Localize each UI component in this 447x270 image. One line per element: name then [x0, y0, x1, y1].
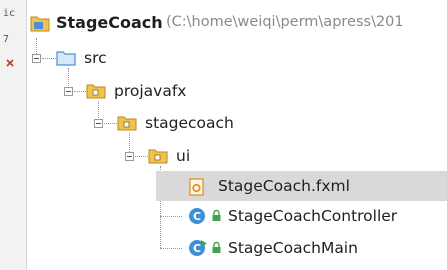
collapse-src-icon[interactable]	[32, 54, 41, 63]
tree-node-label: src	[84, 49, 107, 67]
fxml-file-icon	[189, 178, 204, 196]
collapse-projavafx-icon[interactable]	[64, 87, 73, 96]
collapse-stagecoach-icon[interactable]	[94, 119, 103, 128]
tree-node-src[interactable]: src	[56, 44, 447, 74]
package-folder-icon	[148, 149, 168, 164]
tree-node-stagecoach-project[interactable]: StageCoach (C:\home\weiqi\perm\apress\20…	[26, 9, 447, 39]
project-tree: StageCoach (C:\home\weiqi\perm\apress\20…	[0, 0, 447, 270]
tree-node-projavafx[interactable]: projavafx	[86, 76, 447, 106]
project-path: (C:\home\weiqi\perm\apress\201	[166, 14, 404, 30]
tree-connector	[74, 91, 86, 92]
tree-node-label: stagecoach	[145, 114, 234, 132]
class-icon: C	[189, 208, 205, 224]
collapse-ui-icon[interactable]	[125, 152, 134, 161]
svg-text:C: C	[193, 210, 201, 223]
tree-node-label: StageCoachController	[228, 207, 398, 225]
tree-node-stagecoachmain[interactable]: C StageCoachMain	[156, 233, 447, 263]
tree-node-label: ui	[176, 147, 191, 165]
tree-node-stagecoach-package[interactable]: stagecoach	[117, 108, 447, 138]
tree-node-label: StageCoachMain	[228, 239, 358, 257]
project-name: StageCoach	[56, 13, 163, 32]
tree-connector	[104, 123, 117, 124]
package-folder-icon	[117, 116, 137, 131]
tree-node-label: projavafx	[114, 82, 187, 100]
tree-node-stagecoach-fxml[interactable]: StageCoach.fxml	[156, 171, 447, 201]
lock-icon	[212, 209, 221, 221]
tree-node-label: StageCoach.fxml	[218, 177, 350, 195]
source-folder-icon	[56, 51, 76, 66]
tree-node-stagecoachcontroller[interactable]: C StageCoachController	[156, 201, 447, 231]
runnable-class-icon: C	[189, 240, 207, 256]
lock-icon	[212, 241, 221, 253]
tree-connector	[42, 58, 56, 59]
tree-node-ui[interactable]: ui	[148, 141, 447, 171]
project-folder-icon	[30, 16, 50, 32]
tree-connector	[135, 156, 148, 157]
svg-text:C: C	[193, 242, 201, 255]
package-folder-icon	[86, 84, 106, 99]
